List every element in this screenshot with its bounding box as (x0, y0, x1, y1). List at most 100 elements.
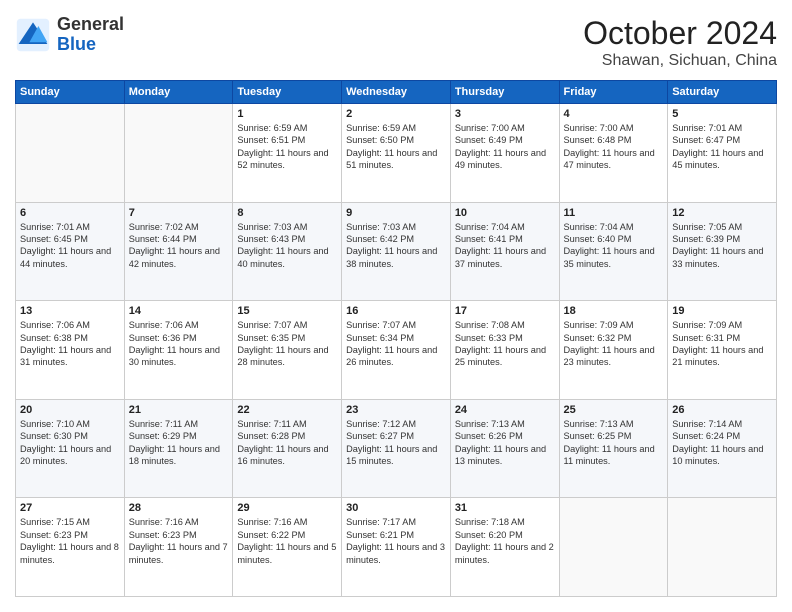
calendar-cell: 17 Sunrise: 7:08 AM Sunset: 6:33 PM Dayli… (450, 301, 559, 400)
header-tuesday: Tuesday (233, 81, 342, 104)
day-number: 8 (237, 207, 337, 219)
calendar-cell: 24Sunrise: 7:13 AM Sunset: 6:26 PM Dayli… (450, 399, 559, 498)
calendar-cell: 20Sunrise: 7:10 AM Sunset: 6:30 PM Dayli… (16, 399, 125, 498)
day-info: Sunrise: 7:18 AM Sunset: 6:20 PM Dayligh… (455, 516, 555, 566)
day-number: 11 (564, 207, 664, 219)
calendar-cell: 18 Sunrise: 7:09 AM Sunset: 6:32 PM Dayli… (559, 301, 668, 400)
day-number: 16 (346, 305, 446, 317)
day-number: 9 (346, 207, 446, 219)
day-info: Sunrise: 7:15 AM Sunset: 6:23 PM Dayligh… (20, 516, 120, 566)
day-number: 14 (129, 305, 229, 317)
header: General Blue October 2024 Shawan, Sichua… (15, 15, 777, 70)
day-number: 6 (20, 207, 120, 219)
calendar-cell: 13 Sunrise: 7:06 AM Sunset: 6:38 PM Dayli… (16, 301, 125, 400)
calendar-cell (16, 104, 125, 203)
day-info: Sunrise: 7:00 AM Sunset: 6:48 PM Dayligh… (564, 122, 664, 172)
calendar-cell: 15 Sunrise: 7:07 AM Sunset: 6:35 PM Dayli… (233, 301, 342, 400)
day-info: Sunrise: 7:01 AM Sunset: 6:47 PM Dayligh… (672, 122, 772, 172)
calendar-cell (559, 498, 668, 597)
day-number: 7 (129, 207, 229, 219)
day-number: 18 (564, 305, 664, 317)
logo-icon (15, 17, 51, 53)
day-info: Sunrise: 7:07 AM Sunset: 6:35 PM Dayligh… (237, 319, 337, 369)
day-info: Sunrise: 7:05 AM Sunset: 6:39 PM Dayligh… (672, 221, 772, 271)
day-info: Sunrise: 7:12 AM Sunset: 6:27 PM Dayligh… (346, 418, 446, 468)
calendar-cell: 2Sunrise: 6:59 AM Sunset: 6:50 PM Daylig… (342, 104, 451, 203)
page: General Blue October 2024 Shawan, Sichua… (0, 0, 792, 612)
day-info: Sunrise: 7:01 AM Sunset: 6:45 PM Dayligh… (20, 221, 120, 271)
day-number: 24 (455, 404, 555, 416)
day-number: 12 (672, 207, 772, 219)
day-number: 21 (129, 404, 229, 416)
calendar-cell: 6 Sunrise: 7:01 AM Sunset: 6:45 PM Daylig… (16, 202, 125, 301)
calendar-week-2: 6 Sunrise: 7:01 AM Sunset: 6:45 PM Daylig… (16, 202, 777, 301)
calendar-cell: 16 Sunrise: 7:07 AM Sunset: 6:34 PM Dayli… (342, 301, 451, 400)
day-info: Sunrise: 7:09 AM Sunset: 6:31 PM Dayligh… (672, 319, 772, 369)
calendar-cell: 31 Sunrise: 7:18 AM Sunset: 6:20 PM Dayli… (450, 498, 559, 597)
calendar-cell: 26Sunrise: 7:14 AM Sunset: 6:24 PM Dayli… (668, 399, 777, 498)
day-number: 22 (237, 404, 337, 416)
calendar-cell (124, 104, 233, 203)
day-number: 29 (237, 502, 337, 514)
weekday-header-row: Sunday Monday Tuesday Wednesday Thursday… (16, 81, 777, 104)
calendar-week-4: 20Sunrise: 7:10 AM Sunset: 6:30 PM Dayli… (16, 399, 777, 498)
day-info: Sunrise: 7:08 AM Sunset: 6:33 PM Dayligh… (455, 319, 555, 369)
day-info: Sunrise: 7:02 AM Sunset: 6:44 PM Dayligh… (129, 221, 229, 271)
calendar-week-5: 27 Sunrise: 7:15 AM Sunset: 6:23 PM Dayli… (16, 498, 777, 597)
day-info: Sunrise: 7:03 AM Sunset: 6:43 PM Dayligh… (237, 221, 337, 271)
day-info: Sunrise: 7:17 AM Sunset: 6:21 PM Dayligh… (346, 516, 446, 566)
calendar-cell: 25 Sunrise: 7:13 AM Sunset: 6:25 PM Dayli… (559, 399, 668, 498)
day-info: Sunrise: 7:00 AM Sunset: 6:49 PM Dayligh… (455, 122, 555, 172)
calendar-cell: 11Sunrise: 7:04 AM Sunset: 6:40 PM Dayli… (559, 202, 668, 301)
calendar-cell: 12 Sunrise: 7:05 AM Sunset: 6:39 PM Dayli… (668, 202, 777, 301)
calendar-week-3: 13 Sunrise: 7:06 AM Sunset: 6:38 PM Dayli… (16, 301, 777, 400)
day-number: 17 (455, 305, 555, 317)
day-info: Sunrise: 7:13 AM Sunset: 6:25 PM Dayligh… (564, 418, 664, 468)
header-sunday: Sunday (16, 81, 125, 104)
day-number: 31 (455, 502, 555, 514)
day-info: Sunrise: 7:06 AM Sunset: 6:38 PM Dayligh… (20, 319, 120, 369)
day-info: Sunrise: 7:04 AM Sunset: 6:41 PM Dayligh… (455, 221, 555, 271)
day-info: Sunrise: 7:09 AM Sunset: 6:32 PM Dayligh… (564, 319, 664, 369)
header-friday: Friday (559, 81, 668, 104)
header-monday: Monday (124, 81, 233, 104)
calendar-cell: 29 Sunrise: 7:16 AM Sunset: 6:22 PM Dayli… (233, 498, 342, 597)
day-number: 13 (20, 305, 120, 317)
calendar-cell: 30 Sunrise: 7:17 AM Sunset: 6:21 PM Dayli… (342, 498, 451, 597)
day-number: 3 (455, 108, 555, 120)
day-number: 26 (672, 404, 772, 416)
calendar-cell (668, 498, 777, 597)
calendar-cell: 1 Sunrise: 6:59 AM Sunset: 6:51 PM Daylig… (233, 104, 342, 203)
calendar-cell: 27 Sunrise: 7:15 AM Sunset: 6:23 PM Dayli… (16, 498, 125, 597)
calendar-cell: 22Sunrise: 7:11 AM Sunset: 6:28 PM Dayli… (233, 399, 342, 498)
day-number: 4 (564, 108, 664, 120)
day-info: Sunrise: 7:16 AM Sunset: 6:22 PM Dayligh… (237, 516, 337, 566)
day-number: 19 (672, 305, 772, 317)
location: Shawan, Sichuan, China (583, 52, 777, 70)
calendar-cell: 4 Sunrise: 7:00 AM Sunset: 6:48 PM Daylig… (559, 104, 668, 203)
day-info: Sunrise: 7:07 AM Sunset: 6:34 PM Dayligh… (346, 319, 446, 369)
day-info: Sunrise: 6:59 AM Sunset: 6:51 PM Dayligh… (237, 122, 337, 172)
calendar-week-1: 1 Sunrise: 6:59 AM Sunset: 6:51 PM Daylig… (16, 104, 777, 203)
day-number: 30 (346, 502, 446, 514)
day-number: 27 (20, 502, 120, 514)
logo-blue: Blue (57, 34, 96, 54)
day-number: 28 (129, 502, 229, 514)
calendar-cell: 5Sunrise: 7:01 AM Sunset: 6:47 PM Daylig… (668, 104, 777, 203)
logo-text: General Blue (57, 15, 124, 55)
logo: General Blue (15, 15, 124, 55)
calendar-cell: 8 Sunrise: 7:03 AM Sunset: 6:43 PM Daylig… (233, 202, 342, 301)
day-info: Sunrise: 7:03 AM Sunset: 6:42 PM Dayligh… (346, 221, 446, 271)
calendar-cell: 14Sunrise: 7:06 AM Sunset: 6:36 PM Dayli… (124, 301, 233, 400)
day-info: Sunrise: 7:11 AM Sunset: 6:29 PM Dayligh… (129, 418, 229, 468)
day-number: 15 (237, 305, 337, 317)
calendar-cell: 23 Sunrise: 7:12 AM Sunset: 6:27 PM Dayli… (342, 399, 451, 498)
day-number: 23 (346, 404, 446, 416)
calendar-table: Sunday Monday Tuesday Wednesday Thursday… (15, 80, 777, 597)
day-number: 1 (237, 108, 337, 120)
header-wednesday: Wednesday (342, 81, 451, 104)
day-number: 25 (564, 404, 664, 416)
calendar-cell: 28Sunrise: 7:16 AM Sunset: 6:23 PM Dayli… (124, 498, 233, 597)
calendar-cell: 9 Sunrise: 7:03 AM Sunset: 6:42 PM Daylig… (342, 202, 451, 301)
day-number: 2 (346, 108, 446, 120)
